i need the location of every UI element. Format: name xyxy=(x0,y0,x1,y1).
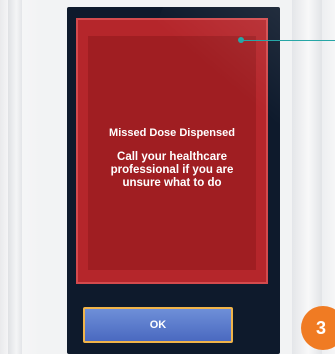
ok-button[interactable]: OK xyxy=(83,307,233,343)
alert-title: Missed Dose Dispensed xyxy=(109,127,235,139)
callout-line xyxy=(241,40,335,41)
device-right-edge xyxy=(292,0,322,354)
device-left-edge xyxy=(8,0,22,354)
alert-message: Call your healthcare professional if you… xyxy=(110,151,234,189)
callout-pointer-icon xyxy=(238,37,244,43)
device-screen: Missed Dose Dispensed Call your healthca… xyxy=(67,7,280,354)
missed-dose-alert-panel: Missed Dose Dispensed Call your healthca… xyxy=(76,18,268,284)
